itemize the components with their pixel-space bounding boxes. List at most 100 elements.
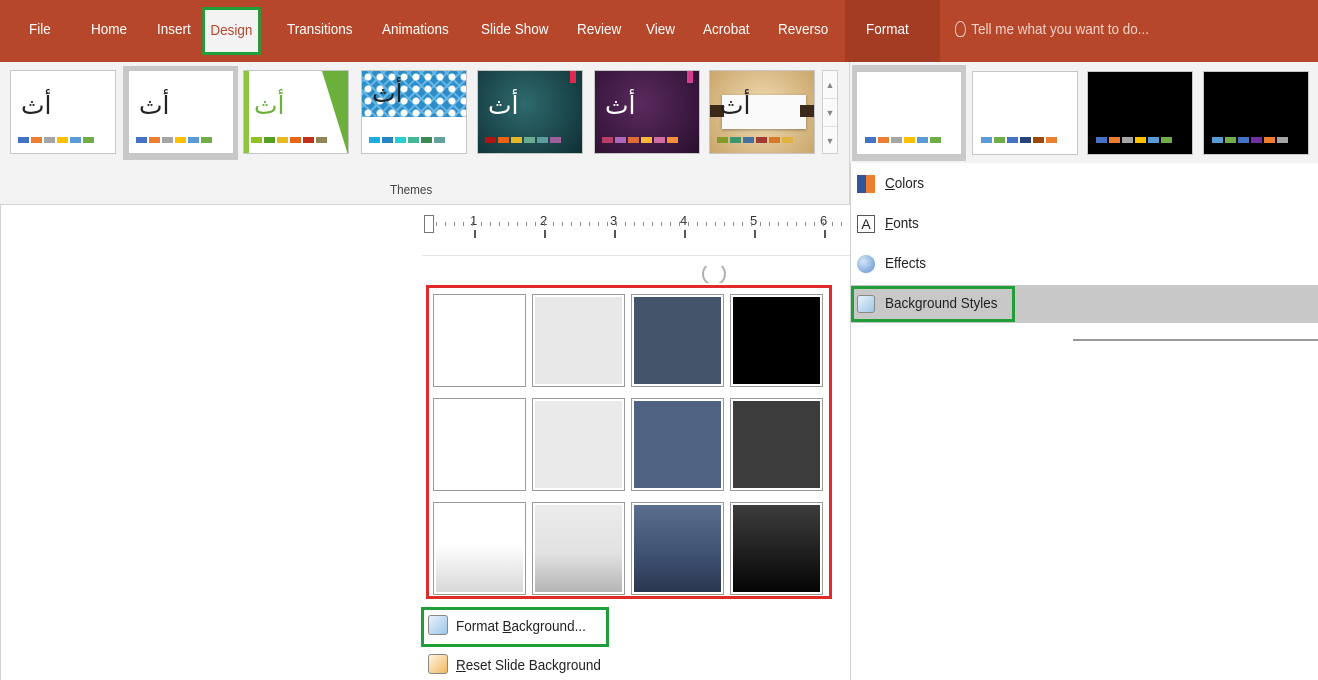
variant-thumbnail-4[interactable] [1203,71,1309,155]
theme-color-bars [136,137,212,143]
theme-thumbnail-organic[interactable]: أث [709,70,815,154]
ruler-major-tick [544,230,546,238]
tab-home[interactable]: Home [91,18,127,42]
ruler-minor-tick [589,222,590,226]
ruler-minor-tick [769,222,770,226]
background-style-8[interactable] [730,398,823,491]
tab-format[interactable]: Format [866,18,909,42]
theme-color-bars [602,137,678,143]
effects-label: Effects [885,255,927,272]
ruler-minor-tick [643,222,644,226]
menu-item-background-styles[interactable]: Background Styles [851,285,1318,323]
theme-thumbnail-office[interactable]: أث [10,70,116,154]
themes-group-label: Themes [390,182,433,197]
variant-color-bars [981,137,1057,143]
tab-review[interactable]: Review [577,18,621,42]
tab-animations[interactable]: Animations [382,18,449,42]
tab-reverso[interactable]: Reverso [778,18,828,42]
tab-transitions[interactable]: Transitions [287,18,353,42]
theme-thumbnail-facet[interactable]: أث [243,70,349,154]
ruler-minor-tick [715,222,716,226]
menu-item-colors[interactable]: Colors [851,165,1318,203]
ruler-minor-tick [778,222,779,226]
tab-design[interactable]: Design [202,7,261,55]
facet-edge [244,71,249,153]
variant-color-bars [865,137,941,143]
ruler-minor-tick [661,222,662,226]
background-style-3[interactable] [631,294,724,387]
ruler-minor-tick [607,222,608,226]
slide-thumbnail-pane [0,205,422,680]
background-style-5[interactable] [433,398,526,491]
theme-color-bars [18,137,94,143]
fonts-rest: onts [893,215,919,232]
variant-color-bars [1212,137,1288,143]
background-style-1[interactable] [433,294,526,387]
effects-icon [857,255,875,273]
menu-item-fonts[interactable]: A Fonts [851,205,1318,243]
background-style-9[interactable] [433,502,526,595]
ruler-minor-tick [481,222,482,226]
gallery-more-icon[interactable]: ▼ [823,127,837,155]
theme-color-bars [485,137,561,143]
ribbon-tab-bar: File Home Insert Design Transitions Anim… [0,0,1318,62]
tab-slide-show[interactable]: Slide Show [481,18,549,42]
menu-item-effects[interactable]: Effects [851,245,1318,283]
format-background-accel: B [502,618,512,635]
ruler-indent-marker[interactable] [424,215,434,233]
theme-thumbnail-integral[interactable]: أث [361,70,467,154]
ruler-minor-tick [724,222,725,226]
ruler-minor-tick [823,222,824,226]
reset-background-icon [428,654,448,674]
background-style-10[interactable] [532,502,625,595]
reset-background-accel: R [456,657,466,674]
ruler-minor-tick [796,222,797,226]
theme-thumbnail-ion-boardroom[interactable]: أث [594,70,700,154]
ruler-minor-tick [436,222,437,226]
ruler-minor-tick [805,222,806,226]
tab-insert[interactable]: Insert [157,18,191,42]
theme-glyph: أث [21,91,52,120]
background-style-7[interactable] [631,398,724,491]
ruler-minor-tick [535,222,536,226]
background-styles-gallery [426,285,832,599]
ruler-minor-tick [553,222,554,226]
menu-separator [1073,339,1318,341]
ruler-minor-tick [508,222,509,226]
ruler-minor-tick [634,222,635,226]
tab-acrobat[interactable]: Acrobat [703,18,750,42]
ruler-minor-tick [463,222,464,226]
tell-me-box[interactable]: Tell me what you want to do... [955,18,1149,42]
themes-gallery-scroll[interactable]: ▲ ▼ ▼ [822,70,838,154]
background-style-11[interactable] [631,502,724,595]
background-style-6[interactable] [532,398,625,491]
variant-thumbnail-3[interactable] [1087,71,1193,155]
ruler-major-tick [474,230,476,238]
theme-thumbnail-office-2[interactable]: أث [128,70,234,154]
background-style-4[interactable] [730,294,823,387]
scroll-up-icon[interactable]: ▲ [823,71,837,99]
ruler-minor-tick [562,222,563,226]
theme-glyph: أث [720,91,751,120]
ruler-minor-tick [688,222,689,226]
reset-slide-background-item[interactable]: Reset Slide Background [424,649,623,680]
ruler-minor-tick [472,222,473,226]
reset-background-rest: eset Slide Background [465,657,601,674]
background-style-12[interactable] [730,502,823,595]
scroll-down-icon[interactable]: ▼ [823,99,837,127]
ruler-major-tick [754,230,756,238]
variant-thumbnail-1[interactable] [856,71,962,155]
tab-file[interactable]: File [29,18,51,42]
format-background-item[interactable]: Format Background... [420,607,610,647]
ruler-minor-tick [733,222,734,226]
tab-view[interactable]: View [646,18,675,42]
variant-thumbnail-2[interactable] [972,71,1078,155]
colors-rest: olors [894,175,925,192]
theme-glyph: أث [488,91,519,120]
theme-thumbnail-ion[interactable]: أث [477,70,583,154]
theme-glyph: أث [605,91,636,120]
ruler-minor-tick [652,222,653,226]
background-style-2[interactable] [532,294,625,387]
theme-glyph: أث [254,91,285,120]
format-background-rest: ackground... [511,618,586,635]
